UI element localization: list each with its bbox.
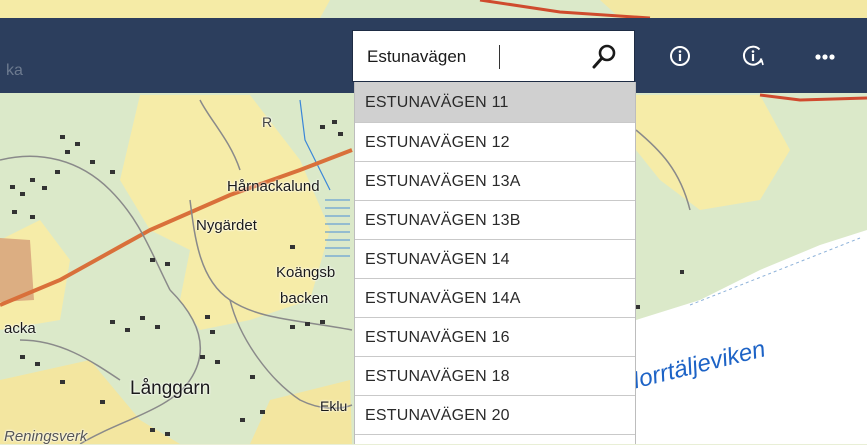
address-search-input[interactable] bbox=[367, 43, 577, 71]
map-label-eklu: Eklu bbox=[320, 398, 348, 414]
search-button[interactable] bbox=[583, 39, 623, 75]
search-icon bbox=[592, 44, 616, 69]
search-result-item[interactable]: ESTUNAVÄGEN 13A bbox=[355, 162, 635, 201]
search-result-item[interactable]: ESTUNAVÄGEN 18 bbox=[355, 357, 635, 396]
map-label-langgarn: Långgarn bbox=[130, 378, 211, 399]
info-rotate-button[interactable] bbox=[737, 40, 769, 72]
info-rotate-icon bbox=[742, 45, 764, 66]
map-label-backen: backen bbox=[280, 290, 329, 307]
search-result-item[interactable]: ESTUNAVÄGEN 13B bbox=[355, 201, 635, 240]
map-label-harnackalund: Hårnackalund bbox=[227, 178, 320, 195]
search-result-item[interactable]: ESTUNAVÄGEN 20 bbox=[355, 396, 635, 435]
address-search-box bbox=[352, 30, 635, 82]
search-results-dropdown: ESTUNAVÄGEN 11 ESTUNAVÄGEN 12 ESTUNAVÄGE… bbox=[354, 82, 636, 444]
search-result-item[interactable]: ESTUNAVÄGEN 11 bbox=[355, 82, 635, 123]
map-label-acka: acka bbox=[4, 320, 36, 337]
map-label-nygardet: Nygärdet bbox=[196, 217, 257, 234]
map-label-reningsverk: Reningsverk bbox=[4, 428, 88, 445]
search-result-item[interactable]: ESTUNAVÄGEN 14 bbox=[355, 240, 635, 279]
search-result-item[interactable]: ESTUNAVÄGEN 14A bbox=[355, 279, 635, 318]
info-icon bbox=[670, 46, 690, 66]
more-icon bbox=[815, 54, 835, 60]
map-field bbox=[600, 0, 867, 18]
map-field bbox=[0, 0, 330, 18]
more-button[interactable] bbox=[809, 40, 841, 72]
map-label-r: R bbox=[262, 114, 273, 130]
info-button[interactable] bbox=[664, 40, 696, 72]
map-label-koangsb: Koängsb bbox=[276, 264, 336, 281]
map-label-ka: ka bbox=[6, 62, 23, 79]
search-result-item[interactable]: ESTUNAVÄGEN 12 bbox=[355, 123, 635, 162]
text-caret bbox=[499, 45, 500, 69]
search-result-item[interactable]: ESTUNAVÄGEN 16 bbox=[355, 318, 635, 357]
